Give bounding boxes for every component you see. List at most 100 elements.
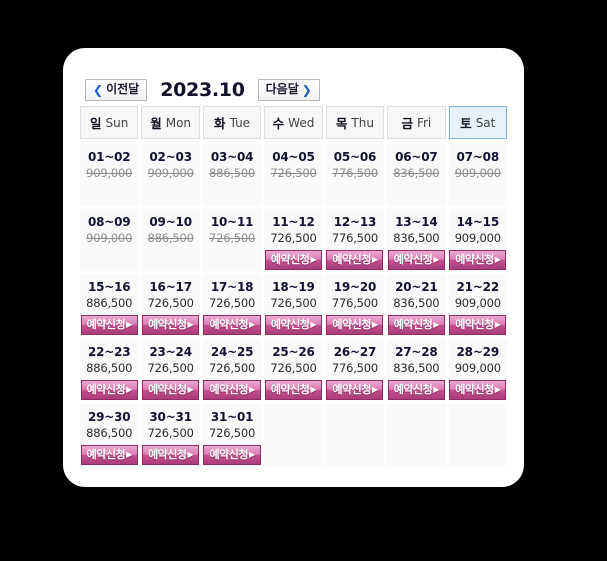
calendar-day-cell[interactable]: 06~07 836,500 [387,144,446,206]
day-range-label: 23~24 [149,345,192,359]
prev-month-button[interactable]: ❮ 이전달 [85,79,148,101]
calendar-day-cell-empty [448,404,507,466]
book-request-button[interactable]: 예약신청 ▶ [203,445,261,465]
book-request-button[interactable]: 예약신청 ▶ [264,380,323,400]
book-request-button[interactable]: 예약신청 ▶ [142,445,200,465]
day-range-label: 13~14 [395,215,438,229]
calendar-day-cell[interactable]: 13~14 836,500 예약신청 ▶ [387,209,446,271]
book-request-button[interactable]: 예약신청 ▶ [387,315,445,335]
chevron-right-icon: ❯ [301,82,312,97]
book-request-button[interactable]: 예약신청 ▶ [326,315,384,335]
calendar-day-cell[interactable]: 12~13 776,500 예약신청 ▶ [325,209,385,271]
calendar-day-cell[interactable]: 15~16 886,500 예약신청 ▶ [80,274,139,336]
calendar-day-cell[interactable]: 31~01 726,500 예약신청 ▶ [202,404,262,466]
calendar-day-cell[interactable]: 07~08 909,000 [448,144,507,206]
day-range-label: 01~02 [87,150,131,164]
calendar-day-cell[interactable]: 20~21 836,500 예약신청 ▶ [387,274,446,336]
day-range-label: 16~17 [149,280,192,294]
book-request-button[interactable]: 예약신청 ▶ [387,380,445,400]
book-request-button[interactable]: 예약신청 ▶ [387,250,445,270]
calendar-day-cell[interactable]: 30~31 726,500 예약신청 ▶ [141,404,200,466]
book-request-button[interactable]: 예약신청 ▶ [80,380,138,400]
day-price-label: 909,000 [86,166,133,180]
book-request-button[interactable]: 예약신청 ▶ [326,380,384,400]
calendar-day-cell[interactable]: 01~02 909,000 [80,144,139,206]
weekday-header-thu[interactable]: 목 Thu [325,106,385,139]
book-request-button[interactable]: 예약신청 ▶ [80,315,138,335]
calendar-day-cell[interactable]: 26~27 776,500 예약신청 ▶ [325,339,385,401]
calendar-day-cell[interactable]: 23~24 726,500 예약신청 ▶ [141,339,200,401]
page-title: 2023.10 [160,79,245,101]
book-request-button[interactable]: 예약신청 ▶ [449,250,507,270]
calendar-day-cell[interactable]: 16~17 726,500 예약신청 ▶ [141,274,200,336]
book-request-button[interactable]: 예약신청 ▶ [326,250,384,270]
calendar-day-cell[interactable]: 10~11 726,500 [202,209,262,271]
day-price-label: 909,000 [454,166,501,180]
calendar-day-cell[interactable]: 02~03 909,000 [141,144,200,206]
day-range-label: 10~11 [210,215,254,229]
book-request-button[interactable]: 예약신청 ▶ [203,315,261,335]
weekday-header-mon[interactable]: 월 Mon [141,106,200,139]
weekday-header-fri[interactable]: 금 Fri [387,106,446,139]
weekday-label-en: Sun [105,115,129,130]
day-range-label: 11~12 [272,215,315,229]
day-price-label: 886,500 [208,166,256,180]
day-range-label: 07~08 [456,150,500,164]
book-request-button[interactable]: 예약신청 ▶ [264,250,323,270]
day-price-label: 909,000 [147,166,194,180]
book-request-button[interactable]: 예약신청 ▶ [449,315,507,335]
book-request-label: 예약신청 [270,318,310,331]
calendar-day-cell[interactable]: 08~09 909,000 [80,209,139,271]
day-range-label: 28~29 [456,345,500,359]
calendar-day-cell[interactable]: 25~26 726,500 예약신청 ▶ [264,339,323,401]
day-range-label: 14~15 [456,215,500,229]
book-request-label: 예약신청 [86,318,126,331]
book-request-button[interactable]: 예약신청 ▶ [264,315,323,335]
day-range-label: 04~05 [272,150,315,164]
book-request-label: 예약신청 [332,253,371,266]
calendar-day-cell[interactable]: 22~23 886,500 예약신청 ▶ [80,339,139,401]
weekday-header-sun[interactable]: 일 Sun [80,106,139,139]
calendar-day-cell[interactable]: 18~19 726,500 예약신청 ▶ [264,274,323,336]
calendar-day-cell[interactable]: 05~06 776,500 [325,144,385,206]
next-month-button[interactable]: 다음달 ❯ [257,79,320,101]
play-arrow-icon: ▶ [310,384,317,394]
book-request-button[interactable]: 예약신청 ▶ [80,445,138,465]
day-range-label: 26~27 [333,345,377,359]
calendar-day-cell[interactable]: 19~20 776,500 예약신청 ▶ [325,274,385,336]
book-request-button[interactable]: 예약신청 ▶ [449,380,507,400]
calendar-day-cell[interactable]: 29~30 886,500 예약신청 ▶ [80,404,139,466]
weekday-label-ko: 토 [460,116,472,131]
calendar-day-cell[interactable]: 09~10 886,500 [141,209,200,271]
calendar-day-cell[interactable]: 21~22 909,000 예약신청 ▶ [448,274,507,336]
calendar-day-cell[interactable]: 27~28 836,500 예약신청 ▶ [387,339,446,401]
day-range-label: 12~13 [333,215,377,229]
weekday-header-sat[interactable]: 토 Sat [448,106,507,139]
calendar-day-cell[interactable]: 11~12 726,500 예약신청 ▶ [264,209,323,271]
book-request-button[interactable]: 예약신청 ▶ [142,315,200,335]
weekday-label-ko: 금 [401,116,413,131]
calendar-day-cell[interactable]: 03~04 886,500 [202,144,262,206]
day-range-label: 15~16 [87,280,131,294]
book-request-button[interactable]: 예약신청 ▶ [142,380,200,400]
day-price-label: 726,500 [147,361,194,375]
weekday-header-tue[interactable]: 화 Tue [202,106,262,139]
book-request-button[interactable]: 예약신청 ▶ [203,380,261,400]
weekday-label-en: Mon [165,115,192,130]
calendar-day-cell[interactable]: 04~05 726,500 [264,144,323,206]
weekday-header-wed[interactable]: 수 Wed [264,106,323,139]
day-range-label: 21~22 [456,280,500,294]
calendar-day-cell[interactable]: 17~18 726,500 예약신청 ▶ [202,274,262,336]
calendar-week-row: 15~16 886,500 예약신청 ▶ 16~17 726,500 예약신청 ▶ 17~18 7… [80,274,507,336]
day-price-label: 726,500 [147,426,194,440]
day-price-label: 776,500 [331,231,378,245]
day-price-label: 776,500 [331,296,378,310]
day-range-label: 06~07 [395,150,438,164]
next-month-label: 다음달 [265,82,299,96]
play-arrow-icon: ▶ [433,319,439,329]
day-price-label: 909,000 [86,231,133,245]
calendar-day-cell[interactable]: 24~25 726,500 예약신청 ▶ [202,339,262,401]
day-range-label: 20~21 [395,280,438,294]
calendar-day-cell[interactable]: 14~15 909,000 예약신청 ▶ [448,209,507,271]
calendar-day-cell[interactable]: 28~29 909,000 예약신청 ▶ [448,339,507,401]
